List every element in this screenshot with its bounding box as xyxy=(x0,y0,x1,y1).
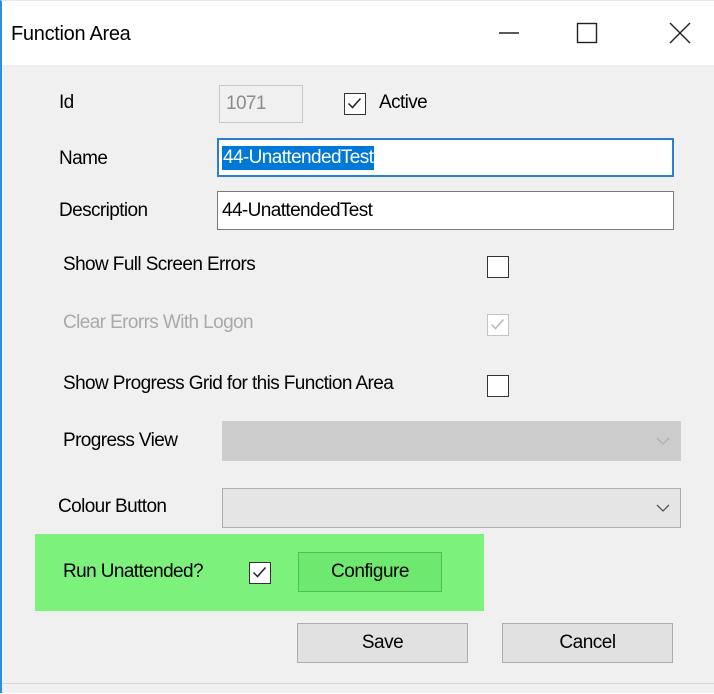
chevron-down-icon xyxy=(656,504,670,512)
active-checkbox[interactable] xyxy=(344,93,366,115)
progress-view-label: Progress View xyxy=(63,430,178,451)
bottom-divider xyxy=(2,683,714,684)
minimize-button[interactable] xyxy=(475,1,543,65)
name-label: Name xyxy=(59,148,108,169)
checkmark-icon xyxy=(252,567,267,578)
run-unattended-checkbox[interactable] xyxy=(249,562,271,584)
cancel-button[interactable]: Cancel xyxy=(502,623,673,663)
function-area-window: Function Area Id 1071 Active Name 44-Una… xyxy=(0,0,714,693)
close-button[interactable] xyxy=(646,1,714,65)
show-progress-grid-label: Show Progress Grid for this Function Are… xyxy=(63,373,394,394)
form-body: Id 1071 Active Name 44-UnattendedTest De… xyxy=(2,65,714,693)
clear-errors-checkbox xyxy=(487,314,509,336)
description-label: Description xyxy=(59,200,148,221)
show-full-screen-errors-label: Show Full Screen Errors xyxy=(63,254,256,275)
minimize-icon xyxy=(499,32,519,34)
description-input[interactable]: 44-UnattendedTest xyxy=(217,191,674,230)
name-input[interactable]: 44-UnattendedTest xyxy=(217,138,674,177)
close-icon xyxy=(669,22,691,44)
id-field: 1071 xyxy=(219,85,303,123)
title-bar[interactable]: Function Area xyxy=(2,1,714,65)
clear-errors-label: Clear Erorrs With Logon xyxy=(63,312,254,333)
id-label: Id xyxy=(59,92,74,113)
run-unattended-label: Run Unattended? xyxy=(63,561,204,582)
maximize-button[interactable] xyxy=(553,1,621,65)
configure-button[interactable]: Configure xyxy=(298,552,442,592)
colour-button-label: Colour Button xyxy=(58,496,167,517)
chevron-down-icon xyxy=(656,437,670,445)
checkmark-icon xyxy=(490,319,505,330)
colour-button-dropdown[interactable] xyxy=(222,488,681,528)
active-label: Active xyxy=(379,92,428,113)
show-progress-grid-checkbox[interactable] xyxy=(487,375,509,397)
save-button[interactable]: Save xyxy=(297,623,468,663)
name-value: 44-UnattendedTest xyxy=(222,145,375,170)
window-title: Function Area xyxy=(11,23,131,45)
show-full-screen-errors-checkbox[interactable] xyxy=(487,256,509,278)
checkmark-icon xyxy=(347,98,362,109)
progress-view-dropdown xyxy=(222,421,681,461)
maximize-icon xyxy=(576,22,598,44)
